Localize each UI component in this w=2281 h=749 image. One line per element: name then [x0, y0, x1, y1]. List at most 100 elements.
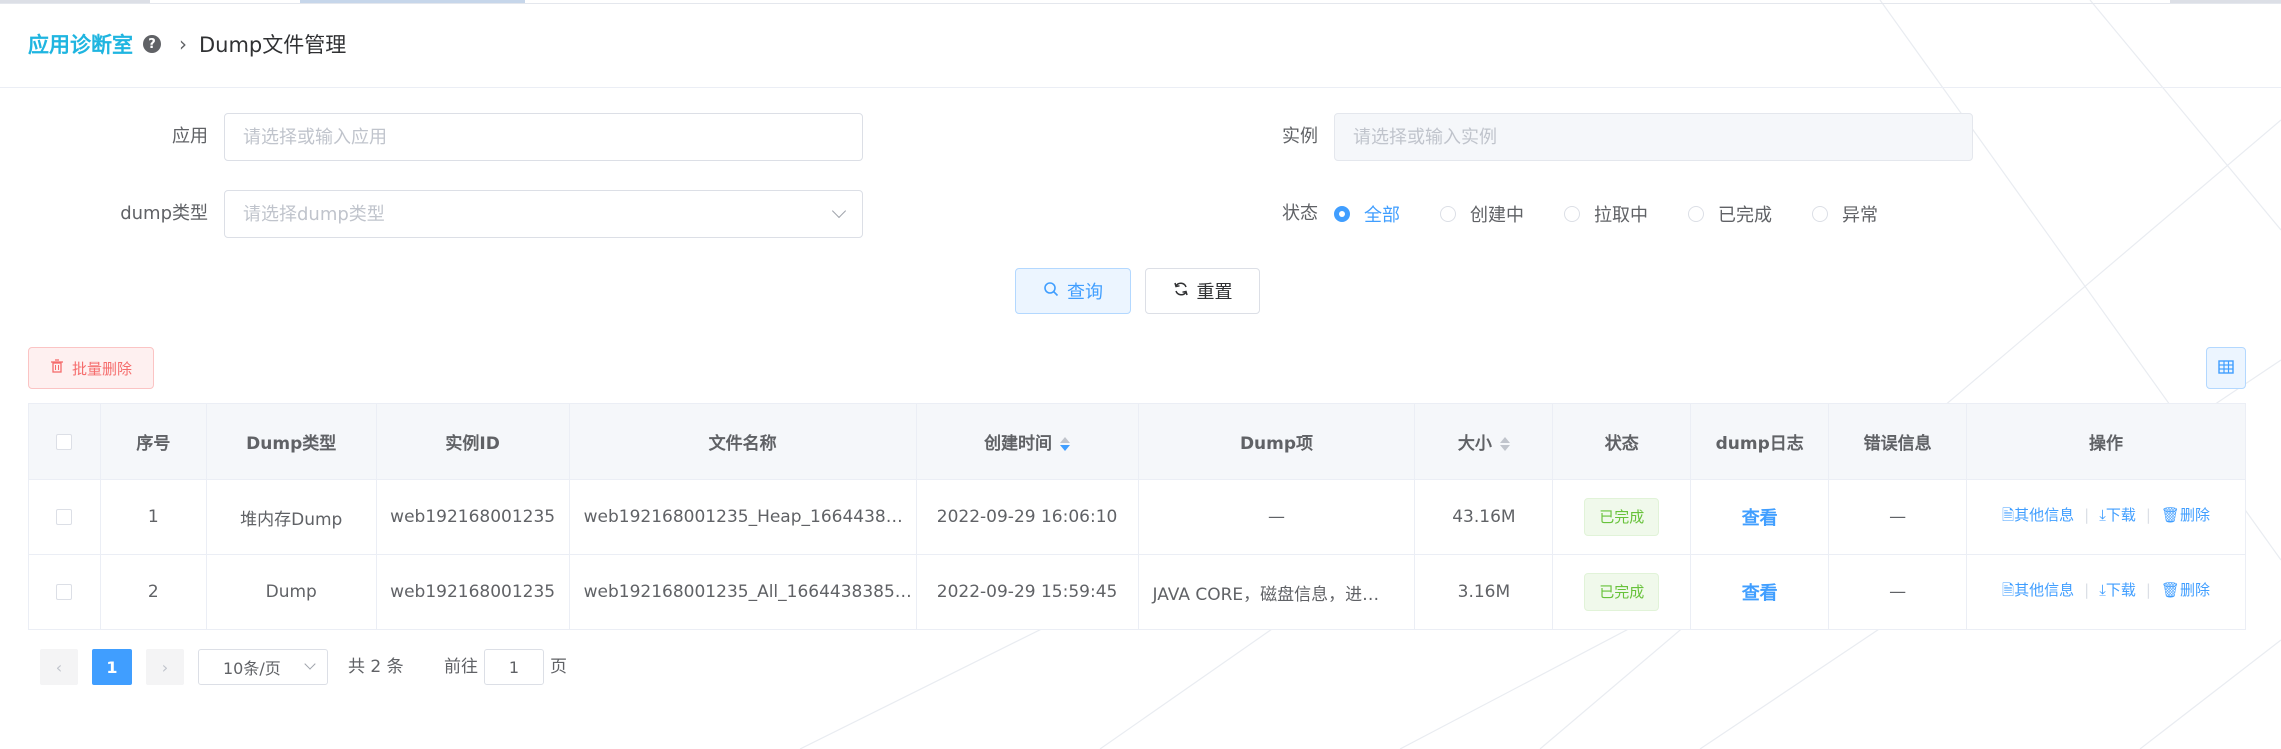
table-row: 1 堆内存Dump web192168001235 web19216800123…: [28, 479, 2246, 555]
cell-size: 43.16M: [1414, 479, 1554, 555]
header-size[interactable]: 大小: [1414, 403, 1554, 480]
header-dump-items: Dump项: [1137, 403, 1416, 480]
view-log-link[interactable]: 查看: [1742, 508, 1778, 529]
page-number-1[interactable]: 1: [92, 649, 132, 685]
cell-file-name: web192168001235_All_1664438385…: [568, 554, 917, 630]
document-icon: 🗎: [2002, 506, 2015, 524]
cell-instance-id: web192168001235: [375, 479, 570, 555]
query-button[interactable]: 查询: [1015, 268, 1131, 314]
radio-dot-icon: [1812, 206, 1828, 222]
other-info-link[interactable]: 🗎其他信息: [2002, 581, 2074, 599]
table-header-row: 序号 Dump类型 实例ID 文件名称 创建时间 Dump项 大小 状态 dum…: [28, 403, 2246, 480]
breadcrumb-root-link[interactable]: 应用诊断室: [28, 29, 133, 59]
row-checkbox-cell[interactable]: [28, 554, 101, 630]
cell-created-at: 2022-09-29 15:59:45: [915, 554, 1139, 630]
radio-dot-icon: [1688, 206, 1704, 222]
trash-icon: 🗑: [2160, 581, 2180, 599]
cell-actions: 🗎其他信息 | ⤓下载 | 🗑删除: [1966, 554, 2246, 630]
header-file-name: 文件名称: [568, 403, 917, 480]
cell-dump-log: 查看: [1690, 479, 1830, 555]
status-radio-error[interactable]: 异常: [1812, 201, 1878, 227]
row-checkbox-cell[interactable]: [28, 479, 101, 555]
cell-file-name: web192168001235_Heap_1664438…: [568, 479, 917, 555]
header-dump-type: Dump类型: [205, 403, 377, 480]
dump-type-select[interactable]: [224, 190, 863, 238]
status-radio-group: 全部 创建中 拉取中 已完成 异常: [1334, 190, 1918, 238]
download-link[interactable]: ⤓下载: [2099, 506, 2136, 524]
cell-dump-items: —: [1137, 479, 1416, 555]
delete-link[interactable]: 🗑删除: [2161, 581, 2210, 599]
sort-icon[interactable]: [1060, 437, 1071, 451]
cell-dump-items: JAVA CORE，磁盘信息，进…: [1137, 554, 1416, 630]
status-radio-pulling[interactable]: 拉取中: [1564, 201, 1648, 227]
row-actions: 🗎其他信息 | ⤓下载 | 🗑删除: [2002, 581, 2210, 599]
document-icon: 🗎: [2002, 581, 2015, 599]
app-input[interactable]: [224, 113, 863, 161]
radio-dot-icon: [1334, 206, 1350, 222]
cell-actions: 🗎其他信息 | ⤓下载 | 🗑删除: [1966, 479, 2246, 555]
cell-instance-id: web192168001235: [375, 554, 570, 630]
cell-index: 1: [99, 479, 207, 555]
status-badge: 已完成: [1584, 573, 1660, 611]
checkbox[interactable]: [56, 509, 73, 525]
header-dump-log: dump日志: [1690, 403, 1830, 480]
page-title: Dump文件管理: [199, 33, 347, 57]
radio-dot-icon: [1564, 206, 1580, 222]
cell-dump-log: 查看: [1690, 554, 1830, 630]
search-icon: [1043, 281, 1059, 302]
breadcrumb: 应用诊断室 ? › Dump文件管理: [28, 28, 346, 60]
header-status: 状态: [1552, 403, 1692, 480]
cell-status: 已完成: [1552, 479, 1692, 555]
header-divider: [0, 87, 2281, 88]
download-link[interactable]: ⤓下载: [2099, 581, 2136, 599]
table-row: 2 Dump web192168001235 web192168001235_A…: [28, 554, 2246, 630]
instance-input[interactable]: [1334, 113, 1973, 161]
other-info-link[interactable]: 🗎其他信息: [2002, 506, 2074, 524]
trash-icon: 🗑: [2160, 506, 2180, 524]
status-radio-completed[interactable]: 已完成: [1688, 201, 1772, 227]
status-radio-all[interactable]: 全部: [1334, 201, 1400, 227]
jump-suffix: 页: [550, 657, 567, 677]
cell-error: —: [1828, 554, 1968, 630]
header-created-at[interactable]: 创建时间: [915, 403, 1139, 480]
batch-delete-button[interactable]: 批量删除: [28, 347, 154, 389]
reset-button[interactable]: 重置: [1145, 268, 1260, 314]
chevron-right-icon: ›: [179, 32, 187, 56]
download-icon: ⤓: [2099, 581, 2106, 599]
prev-page-button[interactable]: ‹: [40, 649, 78, 685]
sort-icon[interactable]: [1499, 437, 1510, 451]
status-badge: 已完成: [1584, 498, 1660, 536]
cell-dump-type: Dump: [205, 554, 377, 630]
refresh-icon: [1173, 281, 1189, 302]
trash-icon: [50, 358, 64, 378]
cell-status: 已完成: [1552, 554, 1692, 630]
top-tabs-strip: [0, 0, 2281, 4]
cell-error: —: [1828, 479, 1968, 555]
next-page-button[interactable]: ›: [146, 649, 184, 685]
delete-link[interactable]: 🗑删除: [2161, 506, 2210, 524]
header-instance-id: 实例ID: [375, 403, 570, 480]
instance-label: 实例: [1282, 126, 1318, 147]
table-grid-icon: [2218, 358, 2234, 379]
radio-dot-icon: [1440, 206, 1456, 222]
cell-dump-type: 堆内存Dump: [205, 479, 377, 555]
cell-index: 2: [99, 554, 207, 630]
cell-size: 3.16M: [1414, 554, 1554, 630]
cell-created-at: 2022-09-29 16:06:10: [915, 479, 1139, 555]
page-jump-input[interactable]: [484, 649, 544, 685]
jump-prefix: 前往: [444, 657, 478, 677]
header-index: 序号: [99, 403, 207, 480]
total-count: 共 2 条: [348, 657, 404, 677]
dump-type-label: dump类型: [120, 203, 208, 224]
checkbox[interactable]: [56, 584, 73, 600]
status-radio-creating[interactable]: 创建中: [1440, 201, 1524, 227]
view-log-link[interactable]: 查看: [1742, 583, 1778, 604]
header-select-all[interactable]: [28, 403, 101, 480]
help-icon[interactable]: ?: [143, 35, 161, 53]
checkbox[interactable]: [56, 433, 73, 450]
app-label: 应用: [172, 126, 208, 147]
download-icon: ⤓: [2099, 506, 2106, 524]
column-settings-button[interactable]: [2206, 347, 2246, 389]
status-label: 状态: [1282, 203, 1318, 224]
header-error: 错误信息: [1828, 403, 1968, 480]
